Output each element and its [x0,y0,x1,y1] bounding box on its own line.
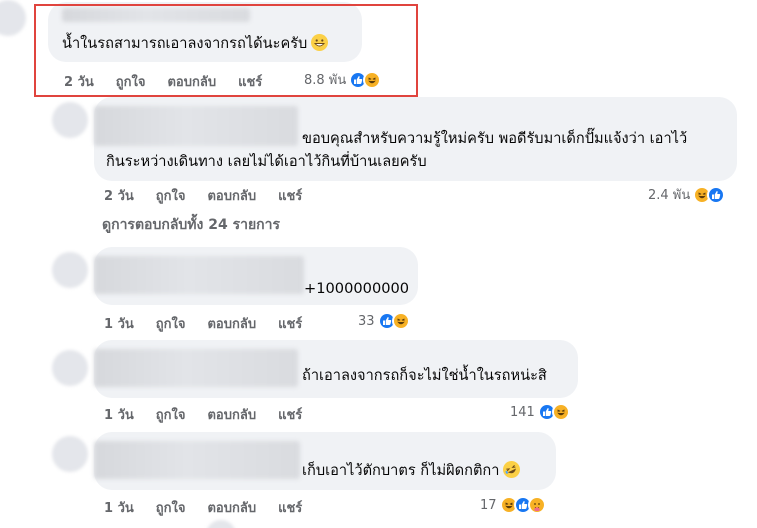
comment-text-line-1: ขอบคุณสำหรับความรู้ใหม่ครับ พอดีรับมาเด็… [302,130,688,147]
rolling-laughing-emoji [500,458,524,481]
comment-text: +1000000000 [304,280,410,297]
comment-text-line-2: กินระหว่างเดินทาง เลยไม่ได้เอาไว้กินที่บ… [106,153,427,170]
like-button[interactable]: ถูกใจ [156,185,186,206]
redacted-author-name [94,256,304,294]
comment-actions: 1 วัน ถูกใจ ตอบกลับ แชร์ [104,404,302,425]
reaction-count: 141 [510,404,535,420]
share-button[interactable]: แชร์ [278,497,302,518]
redacted-author-name [94,441,300,479]
reply-button[interactable]: ตอบกลับ [207,185,256,206]
avatar[interactable] [206,520,236,528]
share-button[interactable]: แชร์ [278,185,302,206]
comment-time[interactable]: 2 วัน [104,185,134,206]
like-button[interactable]: ถูกใจ [156,313,186,334]
avatar[interactable] [52,102,88,138]
reaction-count: 17 [480,497,497,513]
reply-button[interactable]: ตอบกลับ [207,313,256,334]
comment-text: ถ้าเอาลงจากรถก็จะไม่ใช่น้ำในรถหน่ะสิ [302,367,547,384]
reply-button[interactable]: ตอบกลับ [207,497,256,518]
highlight-frame [34,4,418,97]
comment-actions: 1 วัน ถูกใจ ตอบกลับ แชร์ [104,497,302,518]
view-replies-link[interactable]: ดูการตอบกลับทั้ง 24 รายการ [102,214,280,236]
comment-time[interactable]: 1 วัน [104,497,134,518]
comment-actions: 2 วัน ถูกใจ ตอบกลับ แชร์ [104,185,302,206]
avatar[interactable] [52,436,88,472]
reaction-summary[interactable]: 2.4 พัน [648,184,726,205]
avatar[interactable] [0,0,26,36]
share-button[interactable]: แชร์ [278,404,302,425]
reaction-summary[interactable]: 33 [358,312,410,330]
avatar[interactable] [52,350,88,386]
like-reaction-icon [707,185,726,204]
like-button[interactable]: ถูกใจ [156,404,186,425]
reaction-summary[interactable]: 141 [510,403,570,421]
avatar[interactable] [52,252,88,288]
reaction-summary[interactable]: 17 [480,496,546,514]
comment-time[interactable]: 1 วัน [104,313,134,334]
like-button[interactable]: ถูกใจ [156,497,186,518]
reply-button[interactable]: ตอบกลับ [207,404,256,425]
reaction-count: 2.4 พัน [648,188,691,203]
care-reaction-icon [527,496,546,514]
haha-reaction-icon [391,312,410,330]
share-button[interactable]: แชร์ [278,313,302,334]
comment-actions: 1 วัน ถูกใจ ตอบกลับ แชร์ [104,313,302,334]
reaction-count: 33 [358,313,375,329]
haha-reaction-icon [551,403,570,421]
redacted-author-name [94,106,298,146]
comment-text: เก็บเอาไว้ตักบาตร ก็ไม่ผิดกติกา [302,458,524,482]
comment-time[interactable]: 1 วัน [104,404,134,425]
redacted-author-name [94,349,298,387]
